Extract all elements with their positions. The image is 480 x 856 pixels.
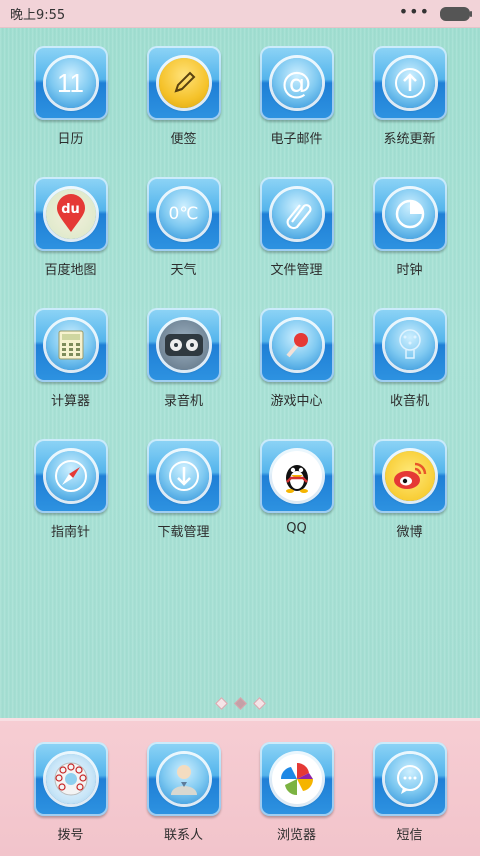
dock-app-browser[interactable]: 浏览器 [240, 742, 353, 843]
app-label: 浏览器 [276, 828, 316, 843]
file-manager-icon [271, 189, 322, 239]
app-tile [372, 308, 447, 382]
dock: 拨号 联系人 浏览器 短信 [0, 718, 480, 856]
app-label: 电子邮件 [270, 132, 323, 147]
browser-icon [271, 754, 322, 804]
baidu-map-text: du [61, 202, 80, 217]
app-tile [259, 308, 334, 382]
app-label: 下载管理 [157, 525, 210, 540]
app-label: 收音机 [389, 394, 429, 409]
status-time: 晚上9:55 [10, 8, 66, 23]
compass-icon [45, 451, 96, 501]
page-indicator[interactable] [0, 697, 480, 710]
app-label: 计算器 [50, 394, 90, 409]
app-radio[interactable]: 收音机 [353, 308, 466, 439]
page-dot-2-active[interactable] [233, 697, 247, 710]
app-tile [33, 742, 108, 816]
recorder-icon [158, 320, 209, 370]
page-dot-1[interactable] [214, 697, 228, 710]
update-icon [384, 58, 435, 108]
weibo-icon [384, 451, 435, 501]
app-tile [259, 439, 334, 513]
app-tile [146, 439, 221, 513]
app-tile [146, 308, 221, 382]
dock-app-contacts[interactable]: 联系人 [127, 742, 240, 843]
download-icon [158, 451, 209, 501]
app-label: 游戏中心 [270, 394, 323, 409]
calendar-day: 11 [57, 67, 84, 98]
app-label: 文件管理 [270, 263, 323, 278]
app-label: 联系人 [163, 828, 203, 843]
app-tile [259, 177, 334, 251]
app-tile [146, 742, 221, 816]
app-tile [372, 439, 447, 513]
app-compass[interactable]: 指南针 [14, 439, 127, 570]
app-label: 短信 [396, 828, 423, 843]
app-grid: 11 日历 便签 @ 电子邮件 系统更新 du 百度地图 0℃ 天气 文件管理 … [14, 46, 466, 570]
dock-app-dialer[interactable]: 拨号 [14, 742, 127, 843]
app-email[interactable]: @ 电子邮件 [240, 46, 353, 177]
dock-grid: 拨号 联系人 浏览器 短信 [14, 742, 466, 843]
app-weibo[interactable]: 微博 [353, 439, 466, 570]
notes-icon [158, 58, 209, 108]
app-label: 录音机 [163, 394, 203, 409]
calendar-icon: 11 [45, 58, 96, 108]
app-label: 微博 [396, 525, 423, 540]
app-qq[interactable]: QQ [240, 439, 353, 570]
messages-icon [384, 754, 435, 804]
app-tile [372, 46, 447, 120]
page-dot-3[interactable] [252, 697, 266, 710]
app-download-manager[interactable]: 下载管理 [127, 439, 240, 570]
app-label: 日历 [57, 132, 84, 147]
app-label: 便签 [170, 132, 197, 147]
app-system-update[interactable]: 系统更新 [353, 46, 466, 177]
email-icon: @ [271, 58, 322, 108]
qq-icon [271, 451, 322, 501]
app-calculator[interactable]: 计算器 [14, 308, 127, 439]
app-label: 天气 [170, 263, 197, 278]
status-menu-icon[interactable]: ••• [399, 3, 430, 20]
app-calendar[interactable]: 11 日历 [14, 46, 127, 177]
app-weather[interactable]: 0℃ 天气 [127, 177, 240, 308]
app-game-center[interactable]: 游戏中心 [240, 308, 353, 439]
email-at-symbol: @ [281, 65, 312, 101]
app-tile: @ [259, 46, 334, 120]
app-notes[interactable]: 便签 [127, 46, 240, 177]
app-label: 系统更新 [383, 132, 436, 147]
app-tile [259, 742, 334, 816]
app-label: 百度地图 [44, 263, 97, 278]
status-bar: 晚上9:55 ••• [0, 0, 480, 28]
app-recorder[interactable]: 录音机 [127, 308, 240, 439]
weather-temp: 0℃ [168, 204, 199, 224]
app-label: QQ [286, 521, 307, 536]
app-tile: 11 [33, 46, 108, 120]
calculator-icon [45, 320, 96, 370]
app-clock[interactable]: 时钟 [353, 177, 466, 308]
battery-icon [440, 6, 472, 21]
baidu-map-icon: du [45, 189, 96, 239]
app-tile: 0℃ [146, 177, 221, 251]
app-tile [146, 46, 221, 120]
clock-icon [384, 189, 435, 239]
contacts-icon [158, 754, 209, 804]
app-baidu-map[interactable]: du 百度地图 [14, 177, 127, 308]
app-label: 指南针 [50, 525, 90, 540]
radio-icon [384, 320, 435, 370]
dock-app-messages[interactable]: 短信 [353, 742, 466, 843]
app-tile [33, 308, 108, 382]
app-tile [372, 742, 447, 816]
weather-icon: 0℃ [158, 189, 209, 239]
app-file-manager[interactable]: 文件管理 [240, 177, 353, 308]
game-center-icon [271, 320, 322, 370]
status-right: ••• [399, 3, 472, 21]
app-label: 拨号 [57, 828, 84, 843]
phone-dial-icon [45, 754, 96, 804]
app-label: 时钟 [396, 263, 423, 278]
app-tile [372, 177, 447, 251]
app-tile: du [33, 177, 108, 251]
app-tile [33, 439, 108, 513]
